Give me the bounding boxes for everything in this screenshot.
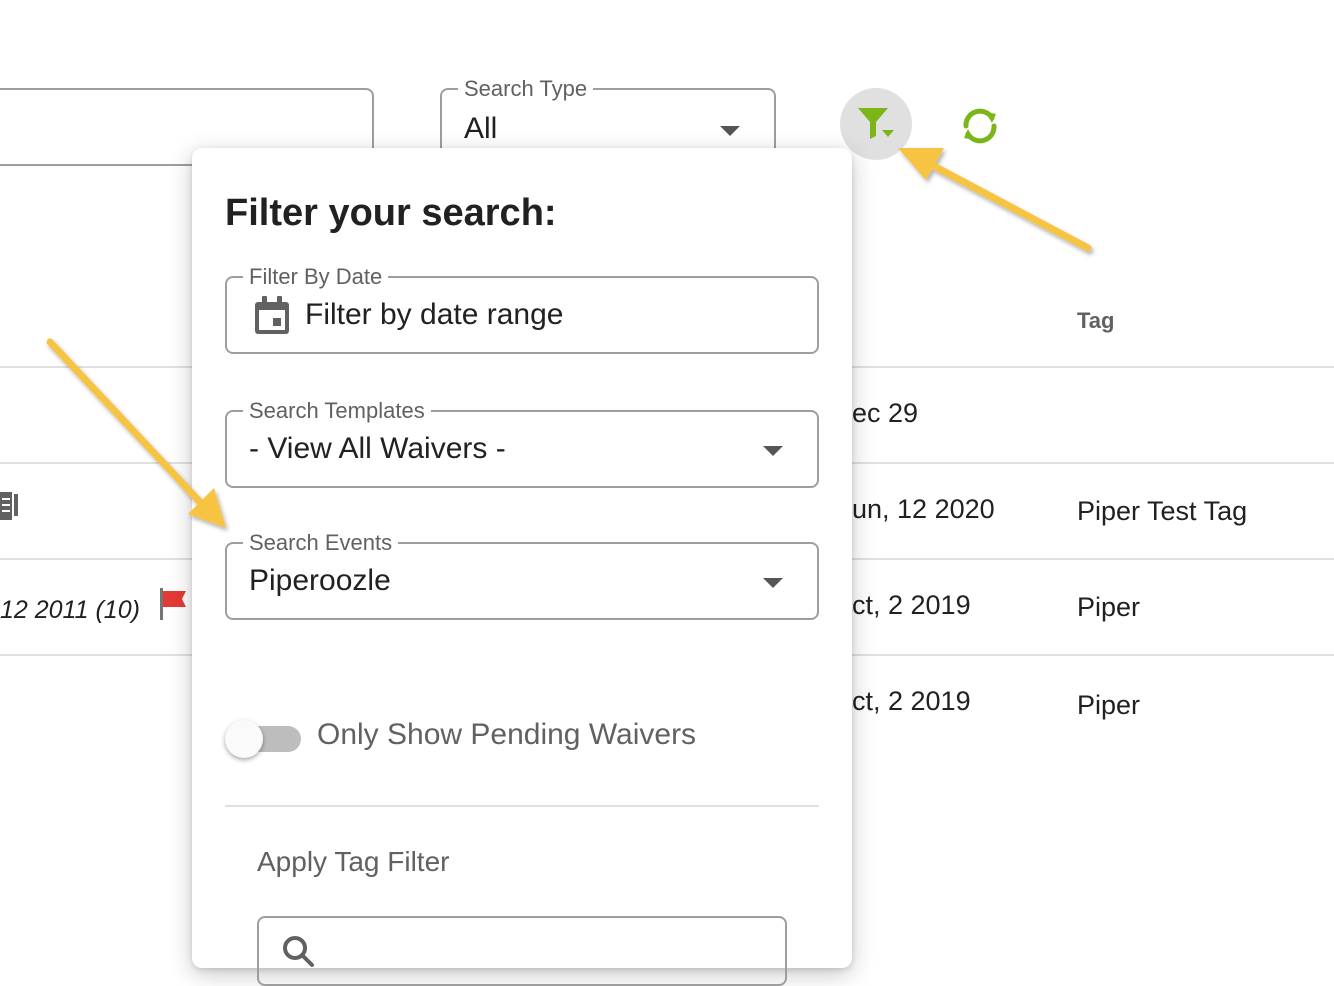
refresh-icon — [963, 108, 997, 144]
date-filter-field[interactable]: Filter By Date Filter by date range — [225, 264, 819, 354]
row-date: ct, 2 2019 — [852, 686, 971, 716]
popover-title: Filter your search: — [225, 192, 557, 234]
pending-waivers-toggle[interactable] — [225, 720, 303, 760]
search-events-value: Piperoozle — [249, 564, 391, 597]
row-tag: Piper Test Tag — [1077, 496, 1248, 526]
column-header-tag[interactable]: Tag — [1077, 308, 1114, 334]
refresh-button[interactable] — [950, 96, 1010, 156]
search-type-value: All — [464, 112, 498, 145]
filter-icon — [858, 108, 894, 139]
date-filter-label: Filter By Date — [243, 264, 389, 290]
filter-button[interactable] — [840, 88, 912, 160]
arrow-to-filter-button — [898, 148, 1092, 252]
filter-popover: Filter your search: Filter By Date Filte… — [192, 148, 852, 986]
search-events-label: Search Events — [243, 530, 399, 556]
divider — [225, 805, 819, 807]
tag-filter-input[interactable] — [257, 916, 787, 986]
search-type-label: Search Type — [458, 76, 594, 102]
search-icon — [283, 936, 314, 967]
search-templates-select[interactable]: Search Templates - View All Waivers - — [225, 398, 819, 488]
row-date: ec 29 — [852, 398, 919, 428]
row-date: ct, 2 2019 — [852, 590, 971, 620]
search-templates-label: Search Templates — [243, 398, 431, 424]
date-filter-value: Filter by date range — [305, 298, 564, 331]
row-left-text: 12 2011 (10) — [0, 596, 140, 624]
search-templates-value: - View All Waivers - — [249, 432, 506, 465]
chevron-down-icon — [763, 446, 783, 456]
toggle-knob — [225, 720, 263, 758]
pending-waivers-label[interactable]: Only Show Pending Waivers — [317, 718, 696, 752]
search-events-select[interactable]: Search Events Piperoozle — [225, 530, 819, 620]
document-icon — [0, 492, 18, 520]
row-date: un, 12 2020 — [852, 494, 995, 524]
chevron-down-icon — [720, 126, 740, 136]
calendar-icon — [255, 296, 289, 334]
row-tag: Piper — [1077, 592, 1141, 622]
row-tag: Piper — [1077, 690, 1141, 720]
chevron-down-icon — [763, 578, 783, 588]
flag-icon — [160, 588, 186, 620]
tag-filter-label: Apply Tag Filter — [257, 846, 450, 877]
